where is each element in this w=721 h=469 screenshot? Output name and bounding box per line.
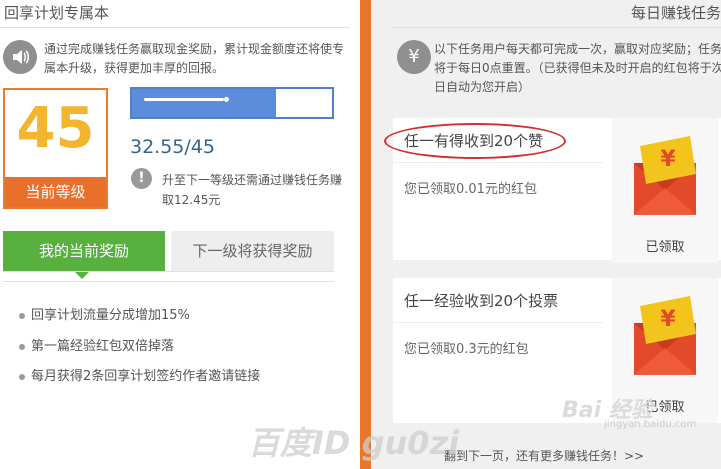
panel-title: 回享计划专属本 — [4, 4, 110, 22]
exclamation-icon: ! — [131, 168, 152, 189]
list-item: 第一篇经验红包双倍掉落 — [19, 335, 174, 354]
yen-icon: ¥ — [397, 40, 431, 74]
level-label: 当前等级 — [5, 177, 106, 207]
reward-text: 每月获得2条回享计划签约作者邀请链接 — [31, 369, 261, 384]
panel-title: 每日赚钱任务 — [630, 4, 721, 22]
bullet-icon — [19, 373, 25, 380]
task-title: 任一经验收到20个投票 — [404, 292, 559, 310]
progress-highlight — [144, 98, 224, 101]
bullet-icon — [19, 343, 25, 350]
bullet-icon — [19, 312, 25, 319]
left-panel: 回享计划专属本 通过完成赚钱任务赢取现金奖励，累计现金额度还将使专属本升级，获得… — [0, 0, 360, 469]
highlight-circle — [384, 123, 566, 159]
right-panel: 每日赚钱任务 ¥ 以下任务用户每天都可完成一次，赢取对应奖励；任务将于每日0点重… — [371, 0, 721, 469]
task-divider — [393, 162, 603, 163]
more-tasks-link[interactable]: 翻到下一页，还有更多赚钱任务！>> — [444, 447, 644, 464]
task-description: 您已领取0.3元的红包 — [404, 342, 529, 357]
list-item: 回享计划流量分成增加15% — [19, 304, 190, 323]
claimed-status: 已领取 — [645, 240, 685, 255]
reward-text: 回享计划流量分成增加15% — [31, 308, 190, 323]
progress-value: 32.55/45 — [130, 136, 215, 158]
panel-divider — [360, 0, 371, 469]
red-envelope-icon: ¥ — [634, 296, 696, 375]
level-badge: 45 当前等级 — [3, 88, 108, 209]
baidu-url-watermark: jingyan.baidu.com — [604, 419, 697, 430]
envelope-area: ¥ 已领取 — [612, 118, 718, 263]
title-divider — [0, 27, 350, 28]
tab-divider — [3, 271, 334, 272]
tab-current-rewards[interactable]: 我的当前奖励 — [3, 231, 165, 271]
speaker-icon — [3, 40, 37, 74]
progress-dot — [224, 97, 229, 102]
progress-fill — [132, 89, 276, 117]
svg-text:¥: ¥ — [660, 307, 676, 332]
level-number: 45 — [16, 96, 95, 161]
intro-text: 以下任务用户每天都可完成一次，赢取对应奖励；任务将于每日0点重置。（已获得但未及… — [434, 42, 721, 94]
tab-next-level-rewards[interactable]: 下一级将获得奖励 — [171, 231, 334, 271]
task-description: 您已领取0.01元的红包 — [404, 182, 537, 197]
level-progress-bar — [130, 87, 334, 119]
upgrade-note: 升至下一等级还需通过赚钱任务赚取12.45元 — [162, 173, 343, 207]
red-envelope-icon: ¥ — [634, 136, 696, 215]
list-item: 每月获得2条回享计划签约作者邀请链接 — [19, 365, 260, 384]
active-tab-pointer — [74, 271, 90, 279]
reward-text: 第一篇经验红包双倍掉落 — [31, 339, 175, 354]
author-watermark: 百度ID gu0zi — [248, 424, 460, 462]
title-divider — [391, 27, 721, 28]
task-card: 任一经验收到20个投票 您已领取0.3元的红包 ¥ 已领取 — [393, 278, 721, 423]
task-divider — [393, 322, 603, 323]
svg-text:¥: ¥ — [660, 147, 676, 172]
intro-text: 通过完成赚钱任务赢取现金奖励，累计现金额度还将使专属本升级，获得更加丰厚的回报。 — [44, 42, 345, 75]
